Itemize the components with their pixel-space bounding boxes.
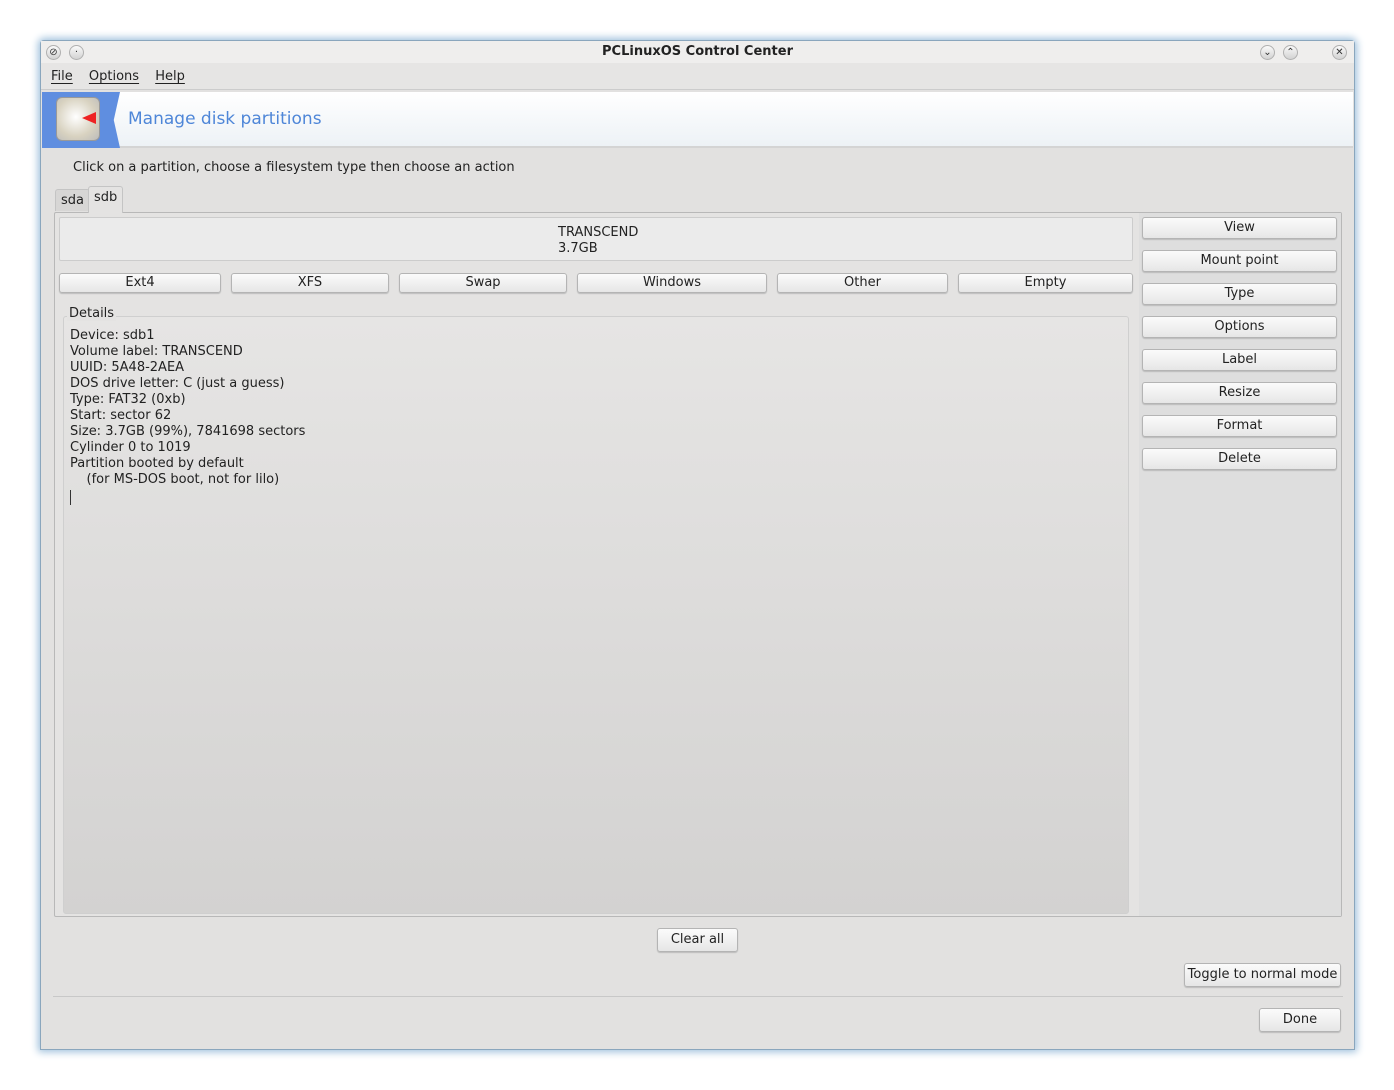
partition-label: TRANSCEND — [558, 225, 639, 240]
menu-options[interactable]: Options — [89, 69, 139, 84]
resize-button[interactable]: Resize — [1142, 382, 1337, 404]
toggle-mode-button[interactable]: Toggle to normal mode — [1184, 963, 1341, 987]
details-box[interactable]: Device: sdb1 Volume label: TRANSCEND UUI… — [63, 316, 1129, 914]
maximize-icon[interactable]: ⌃ — [1283, 45, 1298, 60]
done-button[interactable]: Done — [1259, 1008, 1341, 1032]
details-text: Device: sdb1 Volume label: TRANSCEND UUI… — [70, 328, 306, 487]
format-button[interactable]: Format — [1142, 415, 1337, 437]
mount-point-button[interactable]: Mount point — [1142, 250, 1337, 272]
header-banner: Manage disk partitions — [42, 92, 1353, 148]
fs-xfs-button[interactable]: XFS — [231, 273, 389, 293]
menu-bar: File Options Help — [41, 63, 1354, 90]
pin-icon[interactable]: · — [69, 45, 84, 60]
title-bar: ⊘ · PCLinuxOS Control Center ⌄ ⌃ ✕ — [41, 41, 1354, 63]
minimize-icon[interactable]: ⌄ — [1260, 45, 1275, 60]
tab-sdb[interactable]: sdb — [88, 186, 124, 213]
clear-all-button[interactable]: Clear all — [657, 928, 738, 952]
app-menu-icon[interactable]: ⊘ — [46, 45, 61, 60]
close-icon[interactable]: ✕ — [1332, 45, 1347, 60]
harddisk-icon — [56, 97, 100, 141]
page-title: Manage disk partitions — [128, 109, 322, 129]
fs-swap-button[interactable]: Swap — [399, 273, 567, 293]
partition-size: 3.7GB — [558, 241, 598, 256]
label-button[interactable]: Label — [1142, 349, 1337, 371]
fs-ext4-button[interactable]: Ext4 — [59, 273, 221, 293]
fs-empty-button[interactable]: Empty — [958, 273, 1133, 293]
window-title: PCLinuxOS Control Center — [602, 44, 793, 59]
disk-panel: TRANSCEND 3.7GB Ext4 XFS Swap Windows Ot… — [54, 212, 1342, 917]
text-cursor — [70, 490, 71, 505]
view-button[interactable]: View — [1142, 217, 1337, 239]
separator — [53, 996, 1343, 997]
logo — [42, 92, 120, 148]
instructions: Click on a partition, choose a filesyste… — [73, 160, 515, 175]
action-sidebar: View Mount point Type Options Label Resi… — [1139, 213, 1341, 916]
details-legend: Details — [67, 306, 117, 321]
menu-file[interactable]: File — [51, 69, 73, 84]
fs-windows-button[interactable]: Windows — [577, 273, 767, 293]
menu-help[interactable]: Help — [155, 69, 185, 84]
fs-other-button[interactable]: Other — [777, 273, 948, 293]
delete-button[interactable]: Delete — [1142, 448, 1337, 470]
options-button[interactable]: Options — [1142, 316, 1337, 338]
partition-bar[interactable]: TRANSCEND 3.7GB — [59, 217, 1133, 261]
type-button[interactable]: Type — [1142, 283, 1337, 305]
window: ⊘ · PCLinuxOS Control Center ⌄ ⌃ ✕ File … — [40, 40, 1355, 1050]
tab-sda[interactable]: sda — [55, 189, 90, 211]
